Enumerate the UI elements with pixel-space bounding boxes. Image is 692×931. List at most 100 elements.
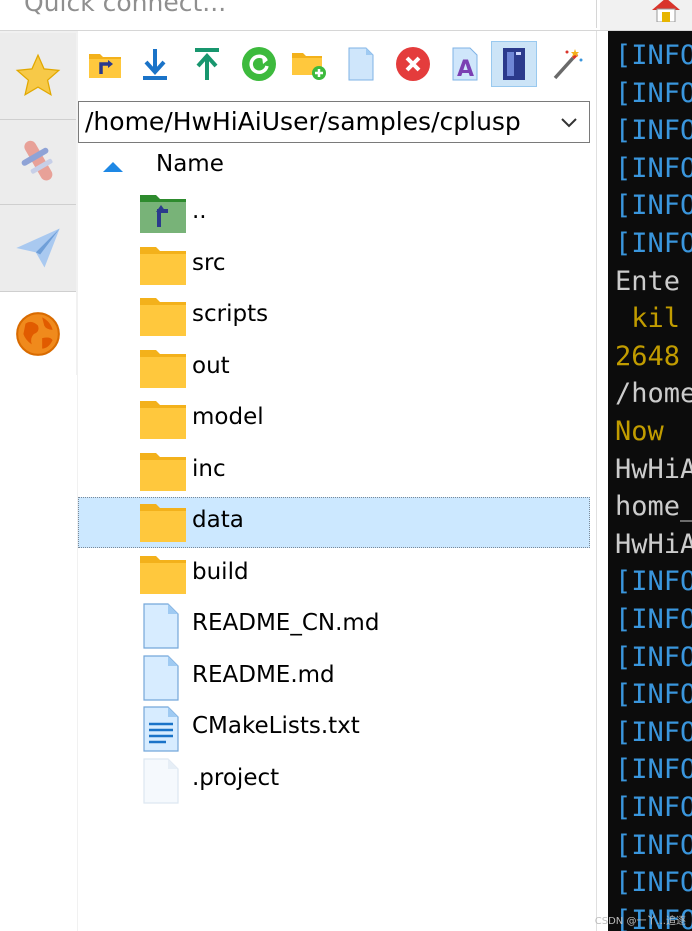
tab-tools[interactable] [0,120,76,205]
file-name: inc [192,455,226,482]
panel-icon [503,48,525,80]
file-row[interactable]: model [78,394,590,445]
folder-icon [138,552,188,596]
refresh-button[interactable] [236,41,282,87]
file-name: README.md [192,661,335,688]
terminal-line: Ente [615,265,681,297]
download-icon [143,49,167,80]
blank-file-icon [138,757,188,804]
home-icon [652,0,680,22]
terminal-line: [INFO [615,754,692,786]
terminal-line: [INFO [615,679,692,711]
folder-icon [138,449,188,493]
terminal-line: Now [615,416,681,447]
file-row[interactable]: data [78,497,590,548]
terminal-line: [INFO [615,829,692,861]
top-bar: Quick connect... [0,0,600,31]
terminal-line: HwHiA [615,453,692,485]
side-fill [0,375,77,931]
terminal-line: [INFO [615,604,692,635]
file-row[interactable]: .. [78,188,590,239]
delete-button[interactable] [390,41,436,87]
parent-folder-button[interactable] [82,41,128,87]
terminal-line: [INFO [615,40,692,71]
refresh-icon [242,47,276,81]
new-folder-button[interactable] [286,41,332,87]
sftp-browser: A /home/HwHiAiUser/samples/cplusp Name .… [78,31,608,931]
new-file-icon [348,47,374,81]
folder-icon [138,243,188,287]
terminal[interactable]: [INFO [INFO [INFO [INFO [INFO [INFO Ente kil 26… [608,31,692,931]
terminal-line: [INFO [615,152,692,184]
terminal-line: [INFO [615,641,692,673]
column-header-name[interactable]: Name [78,149,590,183]
new-folder-icon [292,53,326,80]
file-row[interactable]: src [78,240,590,291]
parent-folder-icon [138,191,188,235]
file-name: model [192,404,264,430]
folder-icon [138,294,188,338]
file-row[interactable]: inc [78,446,590,497]
file-row[interactable]: scripts [78,291,590,342]
tab-tunneling[interactable] [0,205,76,292]
watermark: CSDN @一丫...追逐 [594,916,686,927]
new-file-button[interactable] [338,41,384,87]
upload-icon [195,48,219,80]
file-icon [138,603,188,649]
file-row[interactable]: out [78,343,590,394]
globe-icon [16,311,60,356]
quick-connect-placeholder: Quick connect... [24,0,227,17]
rename-icon: A [452,47,478,82]
path-dropdown-button[interactable] [549,102,589,142]
tab-sessions[interactable] [0,33,76,120]
file-name: build [192,558,249,585]
delete-icon [396,47,430,81]
terminal-line: [INFO [615,867,692,899]
folder-up-icon [89,54,121,78]
toggle-panel-button[interactable] [491,41,537,87]
file-name: out [192,352,230,379]
terminal-line: [INFO [615,792,692,823]
sort-ascending-icon [103,162,123,172]
tab-sftp[interactable] [0,292,76,376]
terminal-line: [INFO [615,228,692,259]
file-name: data [192,507,244,533]
terminal-line: home_ [615,491,692,523]
file-row[interactable]: README_CN.md [78,600,590,651]
session-tab[interactable] [600,0,692,31]
path-value: /home/HwHiAiUser/samples/cplusp [85,107,521,136]
file-row[interactable]: CMakeLists.txt [78,703,590,754]
terminal-line: HwHiA [615,528,692,560]
download-button[interactable] [132,41,178,87]
chevron-down-icon [561,118,577,128]
upload-button[interactable] [184,41,230,87]
quick-connect-input[interactable]: Quick connect... [0,0,597,28]
file-name: scripts [192,301,269,327]
terminal-line: [INFO [615,77,692,109]
folder-icon [138,397,188,441]
text-file-icon [138,706,188,752]
file-row[interactable]: README.md [78,652,590,703]
file-icon [138,654,188,701]
terminal-line: kil [615,303,681,335]
terminal-line: [INFO [615,115,692,147]
star-icon [15,53,61,97]
magic-wand-icon [553,49,583,80]
swiss-knife-icon [21,140,53,181]
file-name: README_CN.md [192,610,380,636]
terminal-line: 2648 [615,340,681,372]
svg-text:A: A [457,57,474,82]
path-field[interactable]: /home/HwHiAiUser/samples/cplusp [78,101,590,143]
terminal-line: [INFO [615,190,692,222]
file-name: CMakeLists.txt [192,713,360,739]
column-name-label: Name [156,151,224,177]
file-name: src [192,249,226,276]
magic-button[interactable] [544,41,590,87]
file-row[interactable]: build [78,549,590,600]
folder-icon [138,346,188,390]
folder-icon [138,500,188,544]
rename-button[interactable]: A [442,41,488,87]
terminal-line: [INFO [615,566,692,598]
file-row[interactable]: .project [78,755,590,806]
terminal-line: [INFO [615,716,692,748]
